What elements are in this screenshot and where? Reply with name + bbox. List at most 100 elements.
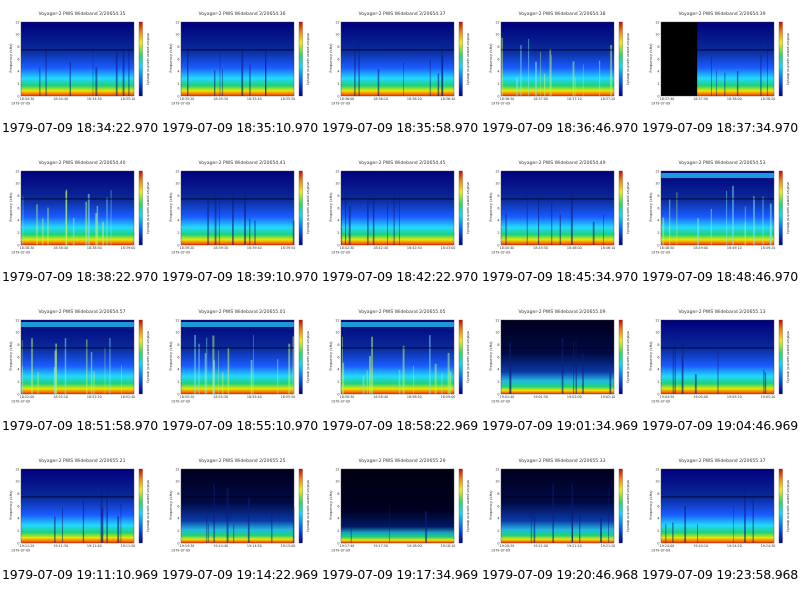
thumbnail-grid: Voyager-2 PWS Wideband 2/20654.35 Frequen…: [0, 0, 800, 596]
spectrogram-streak: [732, 505, 734, 543]
y-tick-label: 6: [497, 206, 499, 210]
spectrogram-streak: [69, 62, 71, 96]
spectrogram-thumbnail[interactable]: Voyager-2 PWS Wideband 2/20655.29 Frequen…: [328, 455, 478, 567]
spectrogram-thumbnail[interactable]: Voyager-2 PWS Wideband 2/20655.13 Frequen…: [648, 306, 798, 418]
x-tick-label: 18:37:20: [601, 97, 616, 101]
spectrogram-thumbnail[interactable]: Voyager-2 PWS Wideband 2/20654.38 Frequen…: [488, 8, 638, 120]
x-tick-label: 18:39:40: [247, 246, 262, 250]
spectrogram-streak: [697, 524, 698, 543]
x-date-label: 1979-07-09: [331, 400, 350, 404]
spectrogram-thumbnail[interactable]: Voyager-2 PWS Wideband 2/20655.09 Frequen…: [488, 306, 638, 418]
x-date-label: 1979-07-09: [171, 549, 190, 553]
y-tick-label: 12: [495, 169, 499, 173]
x-tick-label: 18:43:00: [441, 246, 456, 250]
spectrogram-streak: [194, 334, 196, 394]
y-tick-label: 2: [657, 231, 659, 235]
x-tick-label: 18:36:10: [373, 97, 388, 101]
x-tick-label: 19:14:50: [247, 544, 262, 548]
spectrogram-thumbnail[interactable]: Voyager-2 PWS Wideband 2/20654.41 Frequen…: [168, 157, 318, 269]
x-tick-label: 18:39:50: [281, 246, 296, 250]
spectrogram-thumbnail[interactable]: Voyager-2 PWS Wideband 2/20654.57 Frequen…: [8, 306, 158, 418]
thumbnail-cell: Voyager-2 PWS Wideband 2/20655.33 Frequen…: [480, 447, 640, 596]
spectrogram-area: [501, 171, 614, 245]
x-tick-label: 18:37:10: [567, 97, 582, 101]
spectrogram-thumbnail[interactable]: Voyager-2 PWS Wideband 2/20655.01 Frequen…: [168, 306, 318, 418]
spectrogram-gap-line: [21, 496, 134, 498]
x-tick-label: 18:45:50: [533, 246, 548, 250]
y-tick-label: 2: [17, 380, 19, 384]
plot-title: Voyager-2 PWS Wideband 2/20655.05: [358, 309, 445, 315]
thumbnail-cell: Voyager-2 PWS Wideband 2/20655.37 Frequen…: [640, 447, 800, 596]
spectrogram-streak: [222, 68, 223, 96]
spectrogram-streak: [22, 365, 23, 394]
spectrogram-area: [661, 469, 774, 543]
plot-title: Voyager-2 PWS Wideband 2/20655.13: [678, 309, 765, 315]
y-tick-label: 4: [497, 368, 499, 372]
y-axis-label: Frequency (kHz): [169, 341, 173, 371]
colorbar: [298, 468, 303, 544]
spectrogram-thumbnail[interactable]: Voyager-2 PWS Wideband 2/20654.37 Frequen…: [328, 8, 478, 120]
colorbar: [138, 170, 143, 246]
x-tick-label: 19:24:20: [727, 544, 742, 548]
x-tick-label: 18:37:40: [660, 97, 675, 101]
y-tick-label: 2: [337, 529, 339, 533]
y-tick-label: 2: [497, 82, 499, 86]
y-tick-label: 10: [15, 480, 19, 484]
spectrogram-thumbnail[interactable]: Voyager-2 PWS Wideband 2/20655.21 Frequen…: [8, 455, 158, 567]
spectrogram-streak: [760, 53, 762, 96]
spectrogram-thumbnail[interactable]: Voyager-2 PWS Wideband 2/20654.45 Frequen…: [328, 157, 478, 269]
x-tick-label: 18:38:30: [20, 246, 35, 250]
x-tick-label: 18:55:30: [213, 395, 228, 399]
y-tick-label: 2: [177, 82, 179, 86]
spectrogram-thumbnail[interactable]: Voyager-2 PWS Wideband 2/20654.40 Frequen…: [8, 157, 158, 269]
spectrogram-streak: [538, 193, 540, 245]
y-tick-label: 4: [657, 368, 659, 372]
colorbar-label: relative power spectral density: [786, 182, 790, 235]
spectrogram-streak: [582, 353, 584, 394]
spectrogram-plot: Voyager-2 PWS Wideband 2/20655.05 Frequen…: [329, 309, 470, 404]
y-tick-label: 2: [17, 82, 19, 86]
x-tick-label: 18:35:10: [121, 97, 136, 101]
colorbar: [298, 170, 303, 246]
plot-title: Voyager-2 PWS Wideband 2/20654.39: [678, 11, 765, 17]
spectrogram-thumbnail[interactable]: Voyager-2 PWS Wideband 2/20654.39 Frequen…: [648, 8, 798, 120]
y-tick-label: 12: [655, 20, 659, 24]
spectrogram-streak: [37, 371, 39, 394]
spectrogram-gap-line: [501, 49, 614, 51]
spectrogram-thumbnail[interactable]: Voyager-2 PWS Wideband 2/20654.36 Frequen…: [168, 8, 318, 120]
x-tick-label: 19:02:00: [567, 395, 582, 399]
y-tick-label: 2: [17, 231, 19, 235]
spectrogram-streak: [574, 77, 576, 96]
spectrogram-area: [341, 320, 454, 394]
spectrogram-streak: [39, 67, 41, 96]
spectrogram-plot: Voyager-2 PWS Wideband 2/20654.45 Frequen…: [329, 160, 470, 255]
y-tick-label: 12: [15, 467, 19, 471]
colorbar-label: relative power spectral density: [306, 182, 310, 235]
spectrogram-plot: Voyager-2 PWS Wideband 2/20655.01 Frequen…: [169, 309, 310, 404]
spectrogram-streak: [219, 53, 221, 96]
y-axis-label: Frequency (kHz): [9, 192, 13, 222]
y-tick-label: 4: [17, 219, 19, 223]
spectrogram-streak: [371, 336, 374, 394]
x-date-label: 1979-07-09: [11, 549, 30, 553]
y-tick-label: 6: [17, 355, 19, 359]
spectrogram-emission-band: [21, 322, 134, 327]
spectrogram-thumbnail[interactable]: Voyager-2 PWS Wideband 2/20655.25 Frequen…: [168, 455, 318, 567]
spectrogram-thumbnail[interactable]: Voyager-2 PWS Wideband 2/20654.49 Frequen…: [488, 157, 638, 269]
colorbar: [458, 21, 463, 97]
y-tick-label: 8: [177, 343, 179, 347]
spectrogram-thumbnail[interactable]: Voyager-2 PWS Wideband 2/20654.53 Frequen…: [648, 157, 798, 269]
y-tick-label: 6: [177, 206, 179, 210]
plot-title: Voyager-2 PWS Wideband 2/20655.09: [518, 309, 605, 315]
spectrogram-gap-line: [341, 49, 454, 51]
thumbnail-cell: Voyager-2 PWS Wideband 2/20654.38 Frequen…: [480, 0, 640, 149]
y-tick-label: 2: [177, 380, 179, 384]
spectrogram-thumbnail[interactable]: Voyager-2 PWS Wideband 2/20655.05 Frequen…: [328, 306, 478, 418]
spectrogram-thumbnail[interactable]: Voyager-2 PWS Wideband 2/20655.33 Frequen…: [488, 455, 638, 567]
spectrogram-thumbnail[interactable]: Voyager-2 PWS Wideband 2/20655.37 Frequen…: [648, 455, 798, 567]
x-tick-label: 19:17:50: [373, 544, 388, 548]
thumbnail-cell: Voyager-2 PWS Wideband 2/20654.45 Frequen…: [320, 149, 480, 298]
spectrogram-thumbnail[interactable]: Voyager-2 PWS Wideband 2/20654.35 Frequen…: [8, 8, 158, 120]
spectrogram-streak: [674, 337, 676, 394]
x-tick-label: 18:58:30: [340, 395, 355, 399]
